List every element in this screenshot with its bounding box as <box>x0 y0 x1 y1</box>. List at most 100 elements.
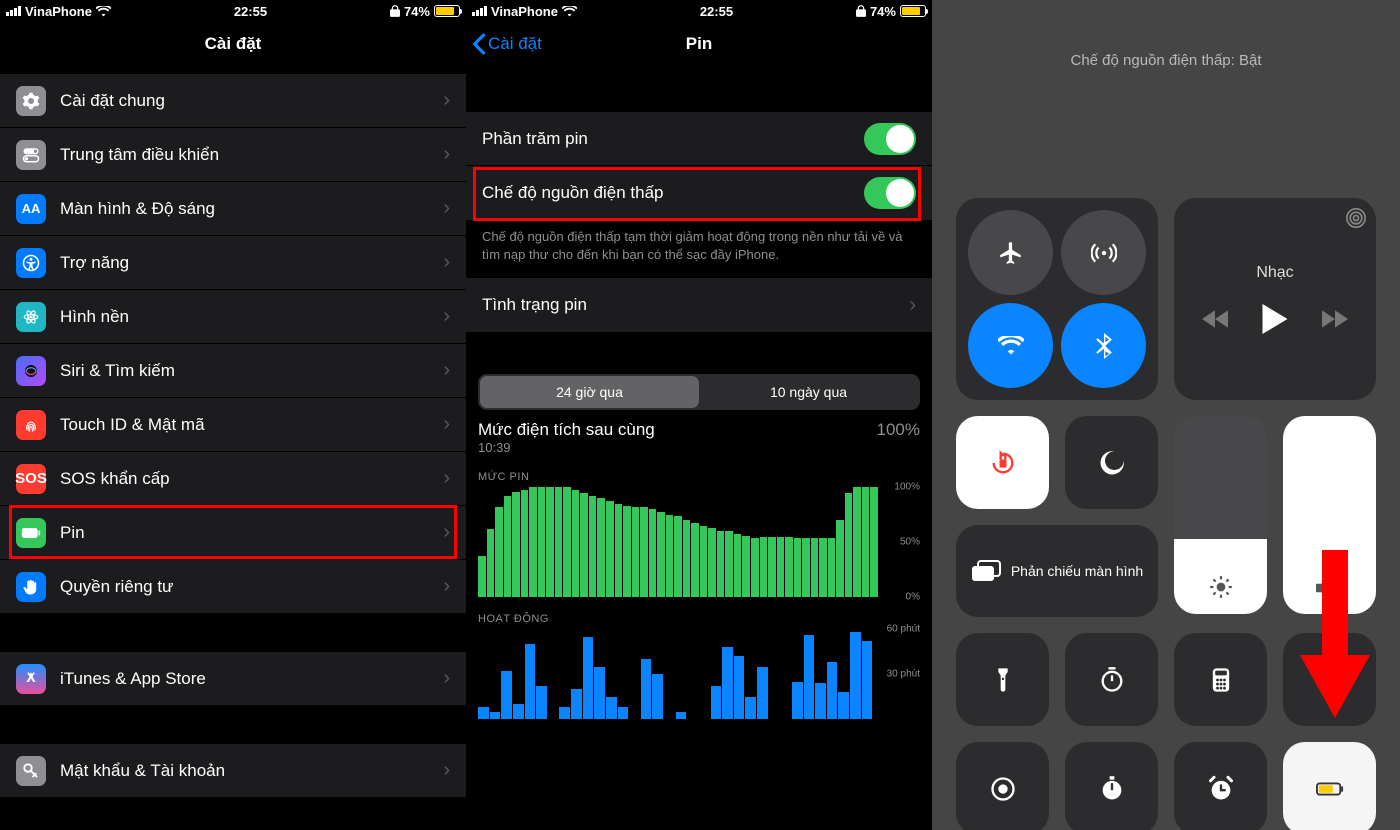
battery-percentage-toggle[interactable] <box>864 123 916 155</box>
chevron-right-icon: › <box>443 197 450 220</box>
back-button[interactable]: Cài đặt <box>472 33 542 55</box>
screen-record-button[interactable] <box>956 742 1049 830</box>
low-power-mode-row[interactable]: Chế độ nguồn điện thấp <box>466 166 932 220</box>
chevron-right-icon: › <box>443 143 450 166</box>
control-center-screen: Chế độ nguồn điện thấp: Bật Nhạc <box>932 0 1400 830</box>
orientation-lock-button[interactable] <box>956 416 1049 509</box>
activity-chart: 60 phút 30 phút <box>478 629 920 719</box>
chevron-left-icon <box>472 33 486 55</box>
settings-screen: VinaPhone 22:55 74% Cài đặt Cài đặt chun… <box>0 0 466 830</box>
page-title: Cài đặt <box>205 34 262 54</box>
airplane-mode-button[interactable] <box>968 210 1053 295</box>
settings-row-siri[interactable]: Siri & Tìm kiếm › <box>0 344 466 398</box>
activity-header: HOẠT ĐỘNG <box>478 613 920 625</box>
last-charge-time: 10:39 <box>478 440 920 455</box>
cellular-data-button[interactable] <box>1061 210 1146 295</box>
row-label: Hình nền <box>60 307 443 327</box>
carrier-label: VinaPhone <box>25 4 92 19</box>
connectivity-tile <box>956 198 1158 400</box>
clock: 22:55 <box>700 4 733 19</box>
music-tile[interactable]: Nhạc <box>1174 198 1376 400</box>
chevron-right-icon: › <box>443 89 450 112</box>
screen-mirroring-button[interactable]: Phản chiếu màn hình <box>956 525 1158 617</box>
tab-24h[interactable]: 24 giờ qua <box>480 376 699 408</box>
fingerprint-icon <box>16 410 46 440</box>
alarm-button[interactable] <box>1174 742 1267 830</box>
play-icon[interactable] <box>1262 304 1288 334</box>
settings-row-general[interactable]: Cài đặt chung › <box>0 74 466 128</box>
flashlight-button[interactable] <box>956 633 1049 726</box>
row-label: Trung tâm điều khiển <box>60 145 443 165</box>
battery-icon <box>900 5 926 17</box>
chevron-right-icon: › <box>443 359 450 382</box>
wifi-icon <box>96 6 111 17</box>
y-label: 100% <box>894 482 920 493</box>
low-power-mode-button[interactable] <box>1283 742 1376 830</box>
stopwatch-button[interactable] <box>1065 742 1158 830</box>
settings-row-accessibility[interactable]: Trợ năng › <box>0 236 466 290</box>
text-size-icon: AA <box>16 194 46 224</box>
settings-row-sos[interactable]: SOS SOS khẩn cấp › <box>0 452 466 506</box>
gear-icon <box>16 86 46 116</box>
row-label: Cài đặt chung <box>60 91 443 111</box>
sos-icon: SOS <box>16 464 46 494</box>
tab-10d[interactable]: 10 ngày qua <box>699 376 918 408</box>
back-label: Cài đặt <box>488 34 542 54</box>
camera-button[interactable] <box>1283 633 1376 726</box>
settings-row-wallpaper[interactable]: Hình nền › <box>0 290 466 344</box>
volume-slider[interactable] <box>1283 416 1376 614</box>
chevron-right-icon: › <box>443 521 450 544</box>
settings-row-touchid[interactable]: Touch ID & Mật mã › <box>0 398 466 452</box>
battery-pct: 74% <box>870 4 896 19</box>
y-label: 30 phút <box>887 669 920 680</box>
next-track-icon[interactable] <box>1322 309 1348 329</box>
settings-row-privacy[interactable]: Quyền riêng tư › <box>0 560 466 614</box>
key-icon <box>16 756 46 786</box>
chevron-right-icon: › <box>443 759 450 782</box>
settings-row-control-center[interactable]: Trung tâm điều khiển › <box>0 128 466 182</box>
chevron-right-icon: › <box>443 667 450 690</box>
bluetooth-button[interactable] <box>1061 303 1146 388</box>
timer-button[interactable] <box>1065 633 1158 726</box>
prev-track-icon[interactable] <box>1202 309 1228 329</box>
brightness-icon <box>1174 574 1267 600</box>
do-not-disturb-button[interactable] <box>1065 416 1158 509</box>
status-bar: VinaPhone 22:55 74% <box>0 0 466 22</box>
row-label: Chế độ nguồn điện thấp <box>482 183 864 203</box>
settings-list: Cài đặt chung › Trung tâm điều khiển › A… <box>0 74 466 798</box>
settings-row-itunes[interactable]: iTunes & App Store › <box>0 652 466 706</box>
row-label: Màn hình & Độ sáng <box>60 199 443 219</box>
mirror-icon <box>971 559 1001 583</box>
chevron-right-icon: › <box>443 413 450 436</box>
row-label: Tình trạng pin <box>482 295 909 315</box>
settings-row-battery[interactable]: Pin › <box>0 506 466 560</box>
time-range-segmented-control[interactable]: 24 giờ qua 10 ngày qua <box>478 374 920 410</box>
wifi-button[interactable] <box>968 303 1053 388</box>
battery-health-row[interactable]: Tình trạng pin › <box>466 278 932 332</box>
status-bar: VinaPhone 22:55 74% <box>466 0 932 22</box>
page-title: Pin <box>686 34 712 54</box>
y-label: 60 phút <box>887 624 920 635</box>
signal-icon <box>472 6 487 16</box>
wallpaper-icon <box>16 302 46 332</box>
volume-icon <box>1283 576 1376 600</box>
row-label: Touch ID & Mật mã <box>60 415 443 435</box>
orientation-lock-icon <box>856 5 866 17</box>
row-label: Quyền riêng tư <box>60 577 443 597</box>
battery-level-header: MỨC PIN <box>478 471 920 483</box>
row-label: Pin <box>60 523 443 543</box>
battery-level-chart: 100% 50% 0% <box>478 487 920 597</box>
switches-icon <box>16 140 46 170</box>
battery-percentage-row[interactable]: Phần trăm pin <box>466 112 932 166</box>
brightness-slider[interactable] <box>1174 416 1267 614</box>
music-title: Nhạc <box>1256 264 1293 282</box>
chevron-right-icon: › <box>443 305 450 328</box>
low-power-mode-toggle[interactable] <box>864 177 916 209</box>
row-label: Siri & Tìm kiếm <box>60 361 443 381</box>
calculator-button[interactable] <box>1174 633 1267 726</box>
settings-row-display[interactable]: AA Màn hình & Độ sáng › <box>0 182 466 236</box>
settings-row-passwords[interactable]: Mật khẩu & Tài khoản › <box>0 744 466 798</box>
mirror-label: Phản chiếu màn hình <box>1011 563 1143 580</box>
y-label: 50% <box>900 537 920 548</box>
y-label: 0% <box>906 592 920 603</box>
